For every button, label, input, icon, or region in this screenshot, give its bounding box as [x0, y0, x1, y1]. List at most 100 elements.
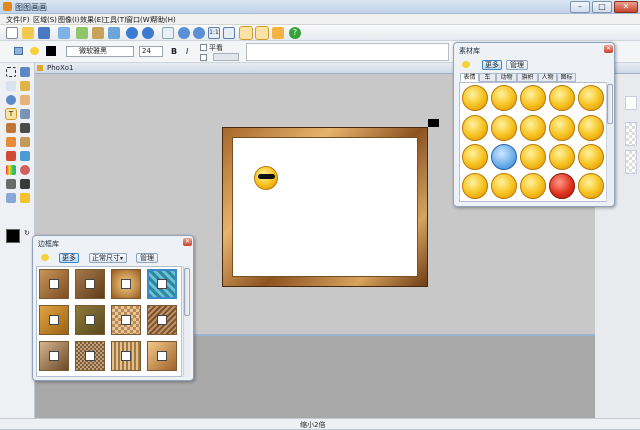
smudge-icon[interactable]: [6, 179, 16, 189]
menu-image[interactable]: 图像(I): [58, 15, 80, 25]
menu-help[interactable]: 帮助(H): [151, 15, 176, 25]
undo-icon[interactable]: [126, 27, 138, 39]
color-effect-icon[interactable]: [6, 165, 16, 175]
material-more-button[interactable]: 更多: [482, 60, 502, 70]
emoji-thumb[interactable]: [520, 85, 546, 111]
canvas-image[interactable]: [232, 137, 418, 277]
frame-thumb[interactable]: [39, 305, 69, 335]
emoji-thumb[interactable]: [520, 115, 546, 141]
tab-flags[interactable]: 旗帜: [517, 73, 538, 82]
emoji-thumb[interactable]: [578, 173, 604, 199]
frame-scroll-thumb[interactable]: [184, 268, 190, 316]
clone-stamp-icon[interactable]: [20, 137, 30, 147]
italic-button[interactable]: I: [186, 47, 188, 56]
frame-thumb[interactable]: [75, 341, 105, 371]
emoji-thumb[interactable]: [578, 85, 604, 111]
emoji-thumb[interactable]: [520, 144, 546, 170]
material-manage-button[interactable]: 管理: [506, 60, 528, 70]
tab-expressions[interactable]: 表情: [460, 73, 479, 82]
text-color-swatch[interactable]: [46, 46, 56, 56]
eraser-icon[interactable]: [6, 137, 16, 147]
shadow-checkbox[interactable]: [200, 54, 207, 61]
frame-manage-button[interactable]: 管理: [136, 253, 158, 263]
paint-bucket-icon[interactable]: [6, 151, 16, 161]
gradient-icon[interactable]: [20, 151, 30, 161]
font-select[interactable]: 微软雅黑: [66, 46, 134, 57]
emoji-thumb[interactable]: [578, 115, 604, 141]
menu-region[interactable]: 区域(S): [33, 15, 57, 25]
crop-icon[interactable]: [108, 27, 120, 39]
zoom-in-icon[interactable]: [178, 27, 190, 39]
magic-wand-icon[interactable]: [20, 81, 30, 91]
tab-icons[interactable]: 图标: [557, 73, 576, 82]
red-eye-icon[interactable]: [20, 165, 30, 175]
frame-thumb[interactable]: [111, 305, 141, 335]
rect-select-icon[interactable]: [6, 67, 16, 77]
tab-animals[interactable]: 动物: [496, 73, 517, 82]
minimize-button[interactable]: –: [570, 1, 590, 13]
shape-tool-icon[interactable]: [6, 193, 16, 203]
move-icon[interactable]: [20, 67, 30, 77]
pencil-icon[interactable]: [6, 123, 16, 133]
actual-size-icon[interactable]: 1:1: [208, 27, 220, 39]
foreground-color-swatch[interactable]: [6, 229, 20, 243]
material-scrollbar[interactable]: [606, 82, 613, 202]
resize-handle[interactable]: [428, 119, 439, 127]
emoji-thumb[interactable]: [462, 115, 488, 141]
text-input[interactable]: [246, 43, 449, 61]
frame-scrollbar[interactable]: [183, 266, 190, 377]
lasso-icon[interactable]: [6, 81, 16, 91]
copy-icon[interactable]: [76, 27, 88, 39]
zoom-tool-icon[interactable]: [6, 95, 16, 105]
line-tool-icon[interactable]: [20, 179, 30, 189]
fit-window-icon[interactable]: [223, 27, 235, 39]
layer-thumb[interactable]: [625, 122, 637, 146]
menu-effects[interactable]: 效果(E): [80, 15, 104, 25]
frame-thumb[interactable]: [111, 341, 141, 371]
hand-icon[interactable]: [162, 27, 174, 39]
pen-tool-icon[interactable]: [239, 26, 253, 40]
swap-colors-icon[interactable]: ↻: [24, 229, 30, 237]
frame-library-icon[interactable]: [255, 26, 269, 40]
layers-icon[interactable]: [272, 27, 284, 39]
menu-tools[interactable]: 工具(T): [103, 15, 127, 25]
preview-thumb[interactable]: [625, 96, 637, 110]
open-folder-icon[interactable]: [22, 27, 34, 39]
font-size-select[interactable]: 24: [139, 46, 163, 57]
frame-thumb[interactable]: [75, 305, 105, 335]
emoji-thumb[interactable]: [549, 115, 575, 141]
emoji-thumb[interactable]: [549, 173, 575, 199]
frame-more-button[interactable]: 更多: [59, 253, 79, 263]
redo-icon[interactable]: [142, 27, 154, 39]
sticker-emoji-sunglasses[interactable]: [254, 166, 278, 190]
frame-panel-close-button[interactable]: ✕: [183, 238, 192, 246]
paste-icon[interactable]: [92, 27, 104, 39]
emoji-thumb[interactable]: [578, 144, 604, 170]
frame-thumb[interactable]: [75, 269, 105, 299]
tab-cars[interactable]: 车: [479, 73, 496, 82]
emoji-thumb[interactable]: [491, 173, 517, 199]
frame-thumb[interactable]: [111, 269, 141, 299]
emoji-thumb[interactable]: [462, 144, 488, 170]
speech-bubble-icon[interactable]: [30, 47, 39, 55]
material-scroll-thumb[interactable]: [607, 84, 613, 124]
frame-thumb[interactable]: [147, 269, 177, 299]
emoji-thumb[interactable]: [491, 144, 517, 170]
emoji-thumb[interactable]: [549, 144, 575, 170]
bold-button[interactable]: B: [171, 47, 177, 56]
new-file-icon[interactable]: [6, 27, 18, 39]
emoji-thumb[interactable]: [462, 173, 488, 199]
zoom-out-icon[interactable]: [193, 27, 205, 39]
flat-view-checkbox[interactable]: [200, 44, 207, 51]
maximize-button[interactable]: □: [592, 1, 612, 13]
hand-tool-icon[interactable]: [20, 95, 30, 105]
material-panel-close-button[interactable]: ✕: [604, 45, 613, 53]
layer-thumb[interactable]: [625, 150, 637, 174]
tab-people[interactable]: 人物: [538, 73, 557, 82]
emoji-thumb[interactable]: [549, 85, 575, 111]
eyedropper-icon[interactable]: [20, 109, 30, 119]
menu-window[interactable]: 窗口(W): [126, 15, 152, 25]
frame-thumb[interactable]: [147, 305, 177, 335]
emoji-thumb[interactable]: [462, 85, 488, 111]
emoji-thumb[interactable]: [491, 115, 517, 141]
